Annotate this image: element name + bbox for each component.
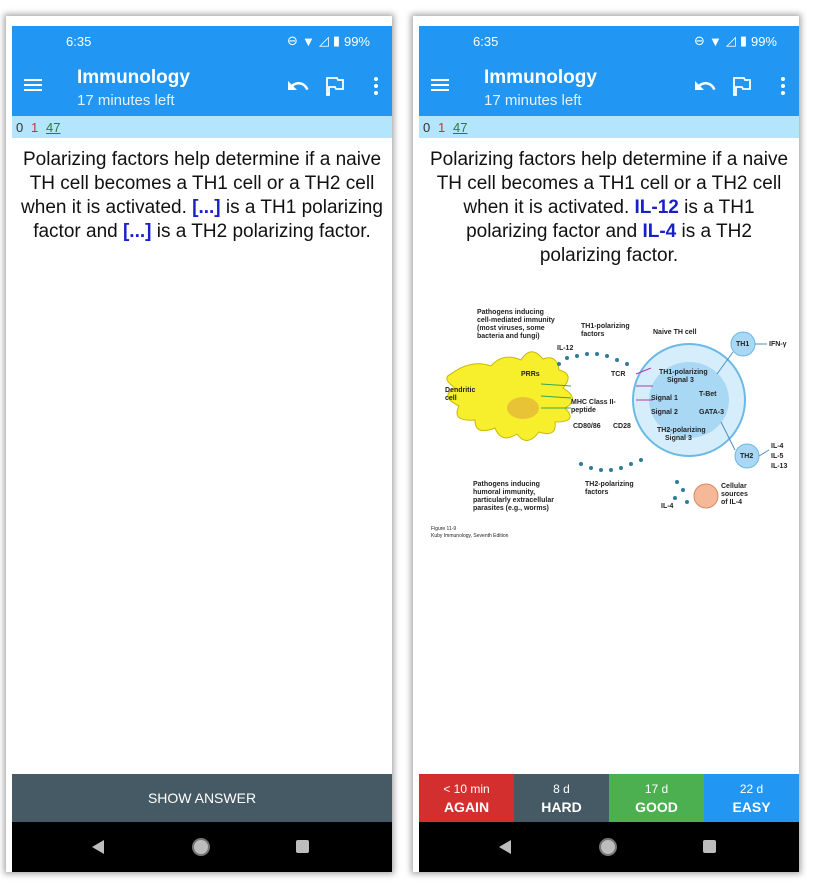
cloze-blank: [...] — [122, 221, 152, 242]
svg-text:TH1: TH1 — [736, 341, 749, 348]
menu-icon[interactable] — [431, 76, 451, 96]
card-counts: 0 1 47 — [419, 116, 799, 138]
svg-text:IFN-γ: IFN-γ — [769, 341, 787, 348]
dnd-icon: ⊖ — [694, 33, 705, 48]
more-options-icon[interactable] — [771, 74, 795, 98]
new-count: 0 — [423, 120, 431, 135]
svg-text:TH2-polarizingfactors: TH2-polarizing factors — [585, 481, 634, 496]
svg-text:Pathogens inducing cel: Pathogens inducing cell-mediated immunit… — [477, 309, 557, 340]
wifi-icon: ▼ — [301, 33, 315, 49]
svg-text:MHC Class II-peptide: MHC Class II-peptide — [571, 399, 616, 414]
time-left: 17 minutes left — [484, 92, 582, 109]
immunology-figure: Pathogens inducing cell-mediated immunit… — [431, 309, 787, 539]
battery-icon: ▮ — [332, 33, 340, 48]
svg-text:Signal 2: Signal 2 — [651, 409, 678, 416]
learning-count: 1 — [31, 120, 39, 135]
battery-percent: 99% — [750, 33, 777, 49]
phone-answer-screen: 6:35 ⊖ ▼ ◿ ▮ 99% Immunology 17 minutes l… — [413, 16, 799, 872]
card-answer: Polarizing factors help determine if a n… — [429, 149, 789, 266]
wifi-icon: ▼ — [708, 33, 722, 49]
answer-buttons: < 10 min AGAIN 8 d HARD 17 d GOOD 22 d E… — [419, 774, 799, 822]
battery-percent: 99% — [343, 33, 370, 49]
deck-title: Immunology — [484, 67, 597, 88]
svg-text:Pathogens inducinghumoral immu: Pathogens inducing humoral immunity, parti… — [473, 481, 554, 512]
phone-question-screen: 6:35 ⊖ ▼ ◿ ▮ 99% Immunology 17 minutes l… — [6, 16, 392, 872]
svg-text:Signal 1: Signal 1 — [651, 395, 678, 402]
home-icon[interactable] — [599, 838, 617, 856]
svg-text:IL-4IL-5IL-13: IL-4 IL-5 IL-13 — [771, 443, 787, 470]
time-left: 17 minutes left — [77, 92, 175, 109]
svg-text:Cellularsourcesof IL-4: Cellular sources of IL-4 — [721, 483, 748, 506]
svg-text:T-Bet: T-Bet — [699, 391, 717, 398]
dendritic-cell — [446, 351, 573, 441]
card-question: Polarizing factors help determine if a n… — [21, 149, 383, 242]
svg-text:GATA-3: GATA-3 — [699, 409, 724, 416]
il4-source-cell — [693, 483, 719, 509]
battery-icon: ▮ — [739, 33, 747, 48]
home-icon[interactable] — [192, 838, 210, 856]
back-icon[interactable] — [92, 840, 104, 854]
undo-icon[interactable] — [286, 74, 310, 98]
svg-text:Naive TH cell: Naive TH cell — [653, 329, 697, 336]
dendritic-nucleus — [507, 397, 539, 419]
status-time: 6:35 — [66, 34, 92, 49]
svg-text:Kuby Immunology, Seventh Editi: Kuby Immunology, Seventh Edition — [431, 533, 509, 539]
recents-icon[interactable] — [296, 840, 309, 853]
toolbar: Immunology 17 minutes left — [419, 58, 799, 116]
flag-icon[interactable] — [729, 74, 753, 98]
cloze-blank: [...] — [192, 197, 221, 218]
new-count: 0 — [16, 120, 24, 135]
deck-title: Immunology — [77, 67, 190, 88]
screen: 6:35 ⊖ ▼ ◿ ▮ 99% Immunology 17 minutes l… — [419, 26, 799, 872]
signal-icon: ◿ — [318, 33, 329, 48]
review-count: 47 — [453, 120, 468, 135]
recents-icon[interactable] — [703, 840, 716, 853]
svg-text:Figure 11-9: Figure 11-9 — [431, 526, 456, 532]
hard-button[interactable]: 8 d HARD — [514, 774, 609, 822]
nav-bar — [12, 822, 392, 872]
signal-icon: ◿ — [725, 33, 736, 48]
undo-icon[interactable] — [693, 74, 717, 98]
card-counts: 0 1 47 — [12, 116, 392, 138]
svg-text:PRRs: PRRs — [521, 371, 540, 378]
easy-button[interactable]: 22 d EASY — [704, 774, 799, 822]
dnd-icon: ⊖ — [287, 33, 298, 48]
more-options-icon[interactable] — [364, 74, 388, 98]
back-icon[interactable] — [499, 840, 511, 854]
svg-text:TCR: TCR — [611, 371, 625, 378]
review-count: 47 — [46, 120, 61, 135]
svg-text:IL-4: IL-4 — [661, 503, 674, 510]
svg-text:CD80/86: CD80/86 — [573, 423, 601, 430]
svg-text:CD28: CD28 — [613, 423, 631, 430]
cloze-answer: IL-12 — [634, 197, 679, 218]
status-time: 6:35 — [473, 34, 499, 49]
svg-text:TH2: TH2 — [740, 453, 753, 460]
cloze-answer: IL-4 — [642, 221, 677, 242]
flag-icon[interactable] — [322, 74, 346, 98]
menu-icon[interactable] — [24, 76, 44, 96]
screen: 6:35 ⊖ ▼ ◿ ▮ 99% Immunology 17 minutes l… — [12, 26, 392, 872]
status-bar: 6:35 ⊖ ▼ ◿ ▮ 99% — [12, 26, 392, 58]
show-answer-button[interactable]: SHOW ANSWER — [12, 774, 392, 822]
nav-bar — [419, 822, 799, 872]
svg-text:IL-12: IL-12 — [557, 345, 573, 352]
learning-count: 1 — [438, 120, 446, 135]
toolbar: Immunology 17 minutes left — [12, 58, 392, 116]
status-bar: 6:35 ⊖ ▼ ◿ ▮ 99% — [419, 26, 799, 58]
svg-text:TH1-polarizing factors: TH1-polarizing factors — [581, 323, 632, 338]
good-button[interactable]: 17 d GOOD — [609, 774, 704, 822]
again-button[interactable]: < 10 min AGAIN — [419, 774, 514, 822]
